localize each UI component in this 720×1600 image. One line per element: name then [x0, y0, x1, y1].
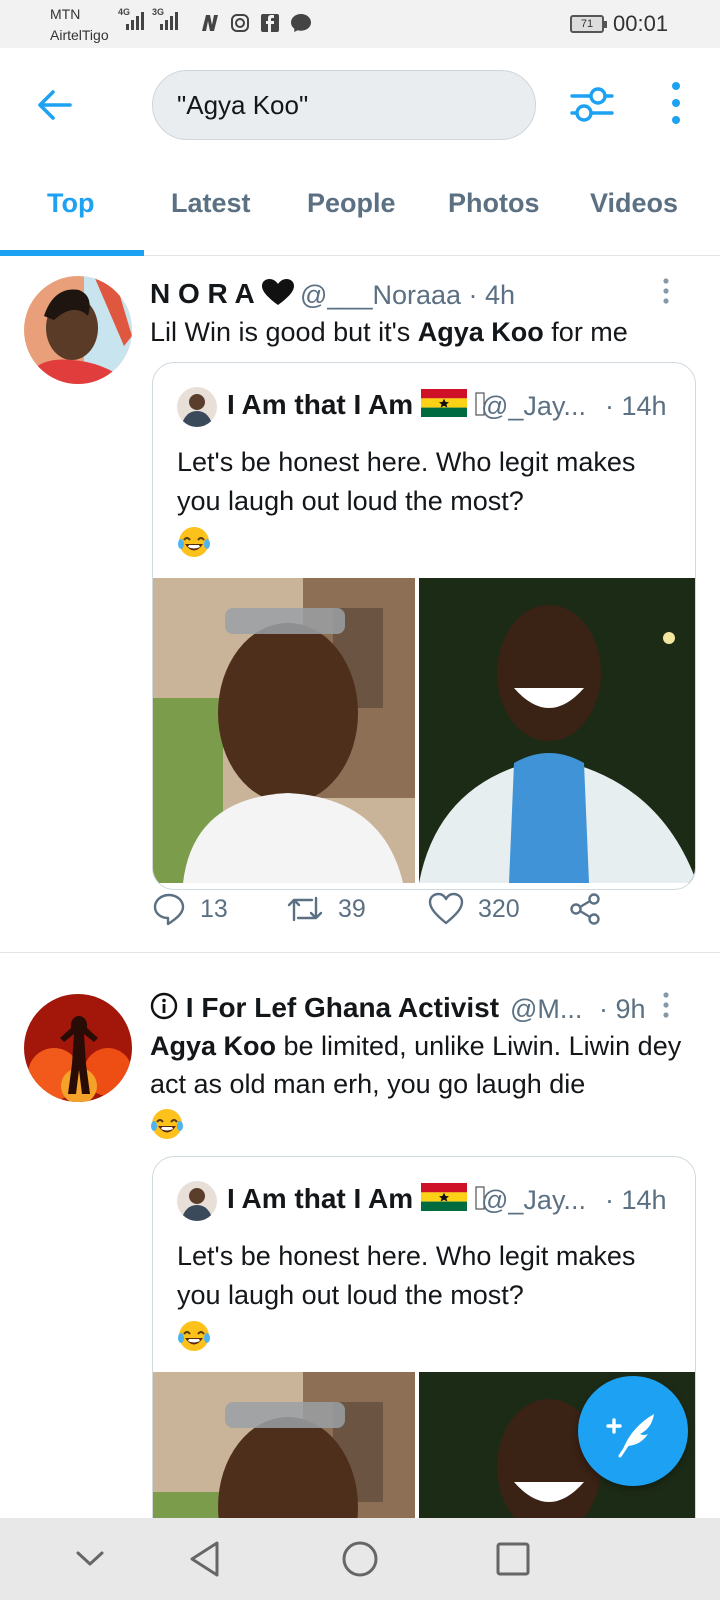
- network-type: 4G: [118, 7, 131, 17]
- quoted-time: · 14h: [605, 1185, 667, 1215]
- sliders-icon: [570, 87, 614, 122]
- reply-count: 13: [200, 894, 228, 923]
- like-count: 320: [478, 894, 520, 923]
- quoted-handle: @_Jay...: [481, 391, 586, 421]
- avatar[interactable]: [24, 994, 132, 1102]
- photo[interactable]: [419, 578, 695, 883]
- avatar[interactable]: [24, 276, 132, 384]
- instagram-icon: [230, 13, 250, 33]
- share-icon: [570, 893, 600, 925]
- tweet-time: · 9h: [599, 994, 646, 1024]
- chevron-down-icon: [76, 1551, 104, 1566]
- tweet-menu-button[interactable]: [656, 276, 676, 310]
- search-filter-button[interactable]: [568, 80, 616, 128]
- laughing-tears-emoji-icon: [178, 526, 210, 557]
- info-icon: [150, 992, 178, 1020]
- quoted-display-name: I Am that I Am: [227, 1183, 485, 1215]
- nav-home-button[interactable]: [337, 1536, 383, 1582]
- circle-home-icon: [342, 1541, 378, 1577]
- facebook-icon: [260, 13, 280, 33]
- black-heart-icon: [262, 279, 295, 305]
- signal-icon: 4G: [118, 7, 144, 30]
- laughing-tears-emoji-icon: [151, 1108, 183, 1139]
- display-name[interactable]: N O R A: [150, 278, 295, 310]
- feather-plus-icon: [606, 1414, 654, 1458]
- retweet-icon: [287, 896, 323, 922]
- tab-photos[interactable]: Photos: [448, 188, 540, 219]
- share-button[interactable]: [568, 892, 602, 926]
- clock: 00:01: [613, 11, 669, 36]
- kebab-menu-icon: [663, 992, 669, 1018]
- back-button[interactable]: [32, 82, 78, 128]
- carrier-name: MTN: [50, 6, 81, 22]
- tweet-actions: 13 39 320: [152, 892, 622, 932]
- avatar: [177, 1181, 217, 1221]
- kebab-menu-icon: [663, 278, 669, 304]
- messenger-icon: [290, 13, 311, 33]
- hide-keyboard-button[interactable]: [67, 1536, 113, 1582]
- tweet-divider: [0, 952, 720, 953]
- search-tabs: Top Latest People Photos Videos: [0, 158, 720, 256]
- tab-people[interactable]: People: [307, 188, 396, 219]
- photo[interactable]: [153, 578, 415, 883]
- status-bar: MTN AirtelTigo 4G 3G 71 00:01: [0, 0, 720, 48]
- quoted-tweet[interactable]: I Am that I Am @_Jay... · 14h Let's be h…: [152, 1156, 696, 1556]
- n-app-icon: [200, 13, 220, 33]
- battery-level: 71: [580, 18, 594, 30]
- avatar: [177, 387, 217, 427]
- triangle-back-icon: [190, 1541, 219, 1577]
- tab-videos[interactable]: Videos: [590, 188, 678, 219]
- carrier-name-secondary: AirtelTigo: [50, 27, 109, 43]
- handle: @M...: [510, 994, 583, 1024]
- kebab-menu-icon: [672, 82, 680, 124]
- more-options-button[interactable]: [664, 78, 688, 128]
- tab-top[interactable]: Top: [47, 188, 94, 219]
- like-button[interactable]: 320: [428, 892, 520, 926]
- reply-icon: [153, 893, 185, 926]
- quoted-time: · 14h: [605, 391, 667, 421]
- square-recents-icon: [496, 1542, 530, 1576]
- tweet-text: Lil Win is good but it's Agya Koo for me: [150, 317, 628, 347]
- reply-button[interactable]: 13: [152, 892, 228, 926]
- active-tab-indicator: [0, 250, 144, 256]
- quoted-handle: @_Jay...: [481, 1185, 586, 1215]
- arrow-left-icon: [38, 90, 72, 120]
- quoted-text: Let's be honest here. Who legit makes yo…: [177, 443, 677, 560]
- tweet-menu-button[interactable]: [656, 990, 676, 1024]
- ghana-flag-icon: [420, 1183, 467, 1211]
- quoted-tweet[interactable]: I Am that I Am @_Jay... · 14h Let's be h…: [152, 362, 696, 890]
- nav-recents-button[interactable]: [490, 1536, 536, 1582]
- quoted-text: Let's be honest here. Who legit makes yo…: [177, 1237, 677, 1354]
- tweet-text: Agya Koo be limited, unlike Liwin. Liwin…: [150, 1027, 690, 1141]
- retweet-count: 39: [338, 894, 366, 923]
- retweet-button[interactable]: 39: [286, 892, 366, 926]
- laughing-tears-emoji-icon: [178, 1320, 210, 1351]
- quoted-display-name: I Am that I Am: [227, 389, 485, 421]
- nav-back-button[interactable]: [183, 1536, 229, 1582]
- tab-latest[interactable]: Latest: [171, 188, 251, 219]
- battery-icon: 71: [570, 15, 607, 33]
- compose-tweet-button[interactable]: [578, 1376, 688, 1486]
- search-input[interactable]: "Agya Koo": [152, 70, 536, 140]
- handle-and-time: @___Noraaa · 4h: [300, 280, 516, 310]
- network-type: 3G: [152, 7, 165, 17]
- ghana-flag-icon: [420, 389, 467, 417]
- system-nav-bar: [0, 1518, 720, 1600]
- search-header: "Agya Koo": [0, 48, 720, 158]
- signal-icon: 3G: [152, 7, 178, 30]
- display-name[interactable]: I For Lef Ghana Activist: [150, 992, 499, 1024]
- heart-icon: [428, 892, 464, 925]
